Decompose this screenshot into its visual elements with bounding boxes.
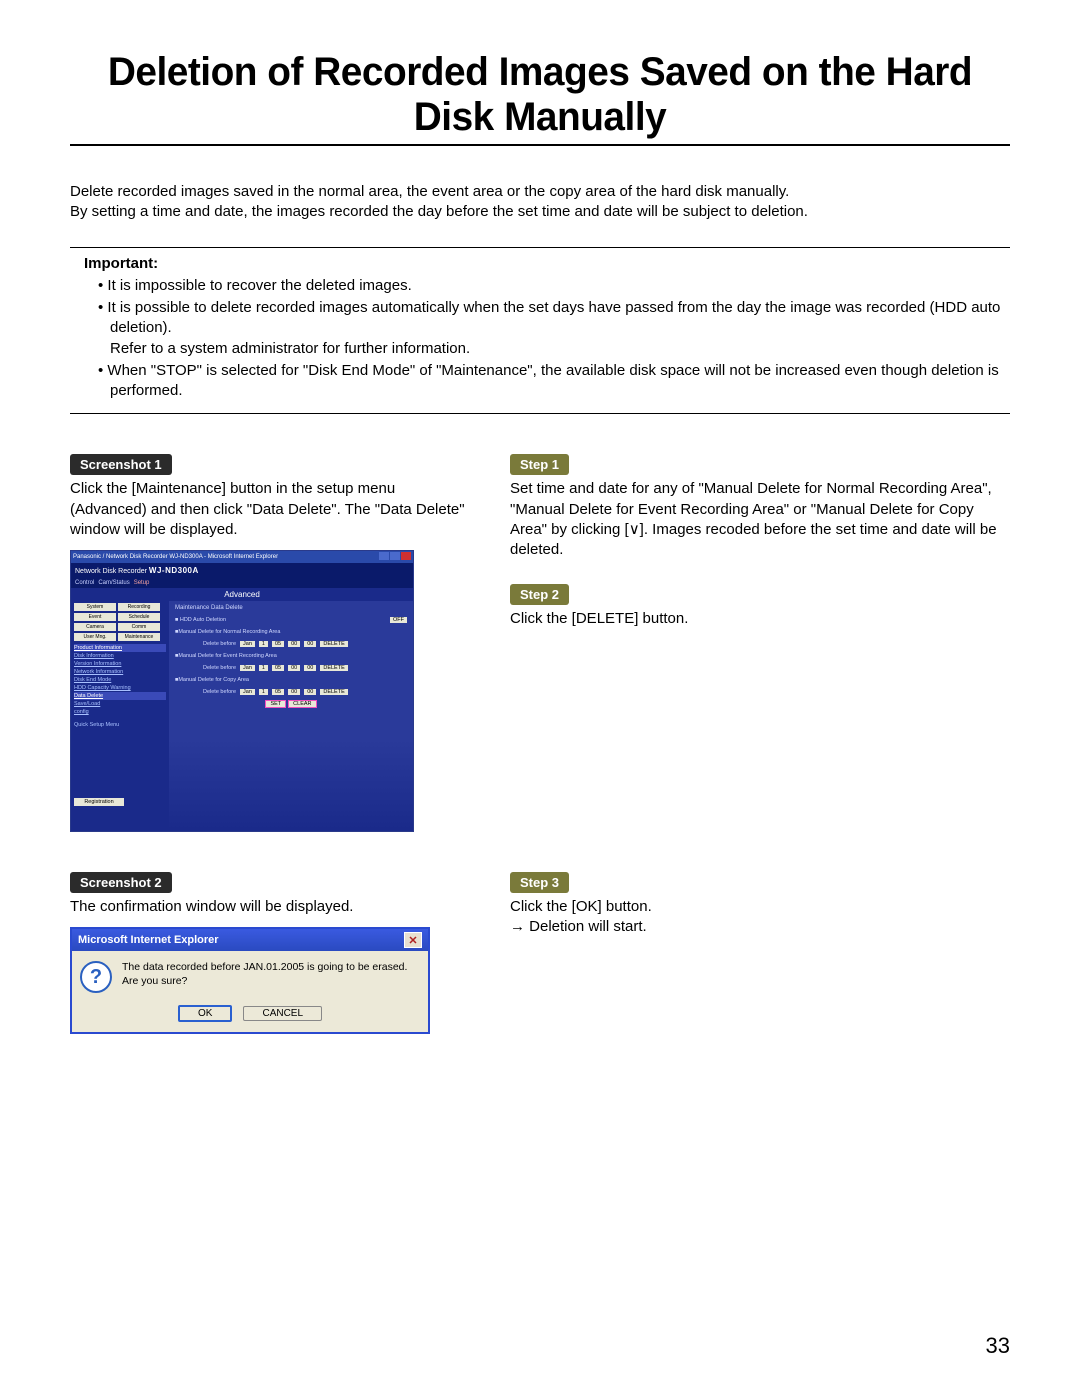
- day-select[interactable]: 1: [259, 665, 268, 671]
- important-item: When "STOP" is selected for "Disk End Mo…: [98, 361, 1010, 402]
- link-disk-end-mode[interactable]: Disk End Mode: [74, 676, 166, 684]
- year-select[interactable]: 05: [272, 641, 284, 647]
- important-item: It is impossible to recover the deleted …: [98, 276, 1010, 296]
- step3-badge: Step 3: [510, 872, 569, 893]
- question-icon: ?: [80, 961, 112, 993]
- screenshot1-image: Panasonic / Network Disk Recorder WJ-ND3…: [70, 550, 414, 832]
- window-buttons: [378, 552, 411, 562]
- row-normal-area: ■Manual Delete for Normal Recording Area: [175, 629, 280, 635]
- year-select[interactable]: 05: [272, 689, 284, 695]
- btn-recording[interactable]: Recording: [118, 603, 160, 611]
- header-prefix: Network Disk Recorder: [75, 568, 147, 575]
- row-event-area: ■Manual Delete for Event Recording Area: [175, 653, 277, 659]
- link-data-delete[interactable]: Data Delete: [74, 692, 166, 700]
- screenshot1-caption: Click the [Maintenance] button in the se…: [70, 479, 470, 540]
- btn-camera[interactable]: Camera: [74, 623, 116, 631]
- ok-button[interactable]: OK: [178, 1005, 232, 1022]
- title-divider: [70, 144, 1010, 146]
- screenshot2-caption: The confirmation window will be displaye…: [70, 897, 470, 917]
- mode-camstatus[interactable]: Cam/Status: [98, 580, 129, 586]
- btn-event[interactable]: Event: [74, 613, 116, 621]
- min-select[interactable]: 00: [304, 641, 316, 647]
- delete-button[interactable]: DELETE: [320, 641, 347, 647]
- important-label: Important:: [70, 254, 1010, 274]
- delete-before-label: Delete before: [203, 665, 236, 671]
- set-button[interactable]: SET: [265, 700, 286, 708]
- page-title: Deletion of Recorded Images Saved on the…: [84, 50, 996, 140]
- breadcrumb: Maintenance Data Delete: [175, 605, 407, 611]
- min-select[interactable]: 00: [304, 665, 316, 671]
- clear-button[interactable]: CLEAR: [288, 700, 316, 708]
- important-item: It is possible to delete recorded images…: [98, 298, 1010, 359]
- ie-titlebar: Panasonic / Network Disk Recorder WJ-ND3…: [73, 554, 278, 560]
- month-select[interactable]: Jan: [240, 665, 255, 671]
- delete-button[interactable]: DELETE: [320, 689, 347, 695]
- auto-deletion-select[interactable]: OFF: [390, 617, 407, 623]
- mode-setup[interactable]: Setup: [134, 580, 150, 586]
- intro-text: Delete recorded images saved in the norm…: [70, 182, 1010, 223]
- day-select[interactable]: 1: [259, 641, 268, 647]
- delete-before-label: Delete before: [203, 641, 236, 647]
- delete-before-label: Delete before: [203, 689, 236, 695]
- btn-system[interactable]: System: [74, 603, 116, 611]
- dialog-message: The data recorded before JAN.01.2005 is …: [122, 961, 420, 988]
- row-auto-deletion: ■ HDD Auto Deletion: [175, 617, 386, 623]
- step3-line2: → Deletion will start.: [510, 917, 1010, 937]
- link-hdd-capacity[interactable]: HDD Capacity Warning: [74, 684, 166, 692]
- hour-select[interactable]: 00: [288, 665, 300, 671]
- month-select[interactable]: Jan: [240, 641, 255, 647]
- registration-button[interactable]: Registration: [74, 798, 124, 806]
- hour-select[interactable]: 00: [288, 689, 300, 695]
- btn-comm[interactable]: Comm: [118, 623, 160, 631]
- model-label: WJ-ND300A: [149, 566, 199, 575]
- delete-button[interactable]: DELETE: [320, 665, 347, 671]
- dialog-title: Microsoft Internet Explorer: [78, 934, 219, 946]
- advanced-label: Advanced: [71, 588, 413, 601]
- link-disk-info[interactable]: Disk Information: [74, 652, 166, 660]
- year-select[interactable]: 05: [272, 665, 284, 671]
- btn-user[interactable]: User Mng.: [74, 633, 116, 641]
- row-copy-area: ■Manual Delete for Copy Area: [175, 677, 249, 683]
- step1-text: Set time and date for any of "Manual Del…: [510, 479, 1010, 560]
- mode-control[interactable]: Control: [75, 580, 94, 586]
- link-version-info[interactable]: Version Information: [74, 660, 166, 668]
- link-product-info[interactable]: Product Information: [74, 644, 166, 652]
- day-select[interactable]: 1: [259, 689, 268, 695]
- hour-select[interactable]: 00: [288, 641, 300, 647]
- step2-badge: Step 2: [510, 584, 569, 605]
- btn-maintenance[interactable]: Maintenance: [118, 633, 160, 641]
- quick-setup-link[interactable]: Quick Setup Menu: [74, 722, 166, 728]
- close-icon[interactable]: ✕: [404, 932, 422, 948]
- link-config[interactable]: config: [74, 708, 166, 716]
- btn-schedule[interactable]: Schedule: [118, 613, 160, 621]
- step2-text: Click the [DELETE] button.: [510, 609, 1010, 629]
- screenshot2-badge: Screenshot 2: [70, 872, 172, 893]
- min-select[interactable]: 00: [304, 689, 316, 695]
- link-save-load[interactable]: Save/Load: [74, 700, 166, 708]
- screenshot1-badge: Screenshot 1: [70, 454, 172, 475]
- step3-line1: Click the [OK] button.: [510, 897, 1010, 917]
- cancel-button[interactable]: CANCEL: [243, 1006, 322, 1021]
- important-block: Important: It is impossible to recover t…: [70, 247, 1010, 415]
- month-select[interactable]: Jan: [240, 689, 255, 695]
- step1-badge: Step 1: [510, 454, 569, 475]
- screenshot2-dialog: Microsoft Internet Explorer ✕ ? The data…: [70, 927, 430, 1034]
- link-network-info[interactable]: Network Information: [74, 668, 166, 676]
- page-number: 33: [986, 1333, 1010, 1359]
